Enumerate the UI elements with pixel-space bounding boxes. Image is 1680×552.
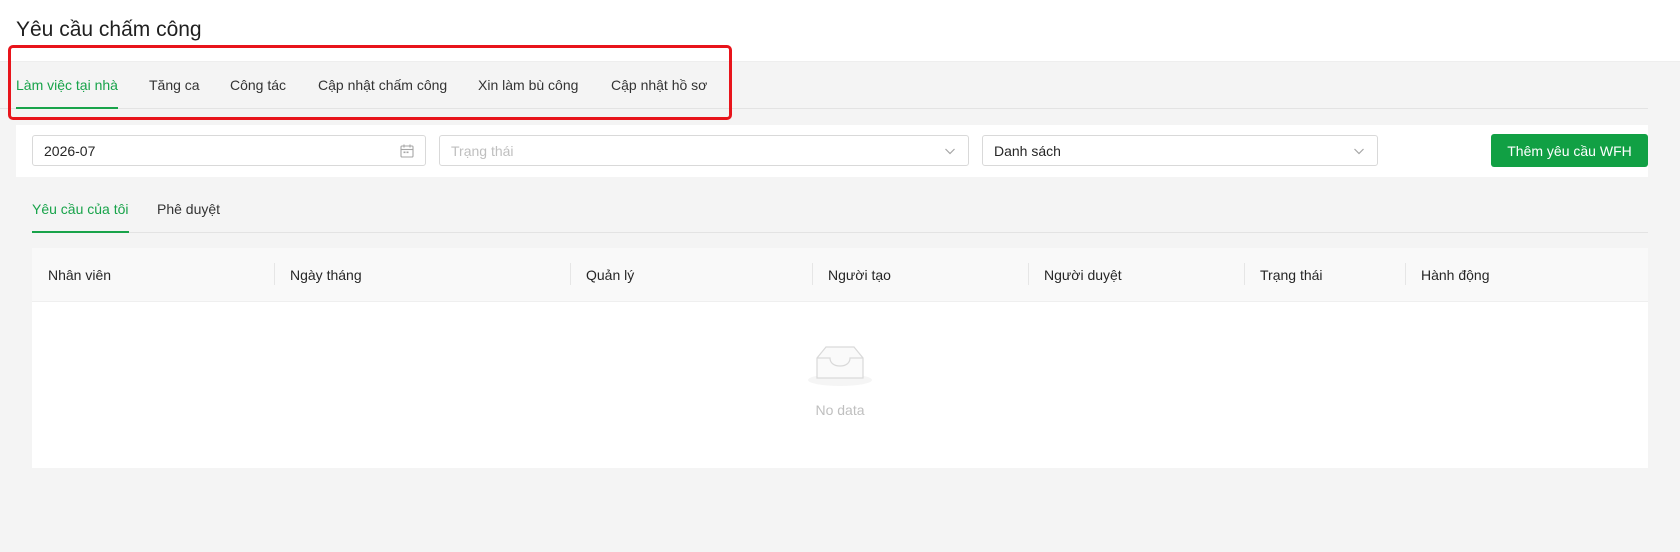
tab-work-from-home[interactable]: Làm việc tại nhà [16, 77, 118, 109]
column-header-manager: Quản lý [586, 267, 635, 283]
add-wfh-request-button[interactable]: Thêm yêu cầu WFH [1491, 134, 1648, 167]
calendar-icon [400, 144, 414, 158]
column-header-date: Ngày tháng [290, 267, 362, 283]
chevron-down-icon [1354, 148, 1364, 155]
requests-table: Nhân viên Ngày tháng Quản lý Người tạo N… [32, 248, 1648, 468]
filter-bar: 2026-07 Trạng thái Danh sách Thêm yêu cầ… [16, 125, 1648, 177]
tab-overtime[interactable]: Tăng ca [149, 77, 200, 109]
column-header-actions: Hành động [1421, 267, 1490, 283]
column-header-status: Trạng thái [1260, 267, 1323, 283]
status-placeholder: Trạng thái [451, 142, 514, 159]
column-header-creator: Người tạo [828, 267, 891, 283]
column-header-employee: Nhân viên [48, 267, 112, 283]
status-select[interactable]: Trạng thái [439, 135, 969, 166]
tab-update-profile[interactable]: Cập nhật hồ sơ [611, 77, 707, 109]
page-title: Yêu cầu chấm công [16, 18, 202, 41]
main-tabs: Làm việc tại nhà Tăng ca Công tác Cập nh… [0, 62, 1648, 109]
view-value: Danh sách [994, 142, 1061, 159]
empty-state: No data [32, 302, 1648, 468]
tab-business-trip[interactable]: Công tác [230, 77, 286, 109]
tab-make-up-work[interactable]: Xin làm bù công [478, 77, 578, 109]
tab-approvals[interactable]: Phê duyệt [157, 201, 220, 233]
sub-tabs: Yêu cầu của tôi Phê duyệt [32, 188, 1648, 233]
month-picker[interactable]: 2026-07 [32, 135, 426, 166]
chevron-down-icon [945, 148, 955, 155]
view-select[interactable]: Danh sách [982, 135, 1378, 166]
page-header: Yêu cầu chấm công [0, 0, 1680, 62]
table-header: Nhân viên Ngày tháng Quản lý Người tạo N… [32, 248, 1648, 302]
empty-inbox-icon [808, 346, 872, 386]
tab-update-attendance[interactable]: Cập nhật chấm công [318, 77, 447, 109]
empty-text: No data [815, 402, 865, 418]
month-value: 2026-07 [44, 142, 96, 159]
tab-my-requests[interactable]: Yêu cầu của tôi [32, 201, 129, 233]
column-header-approver: Người duyệt [1044, 267, 1122, 283]
